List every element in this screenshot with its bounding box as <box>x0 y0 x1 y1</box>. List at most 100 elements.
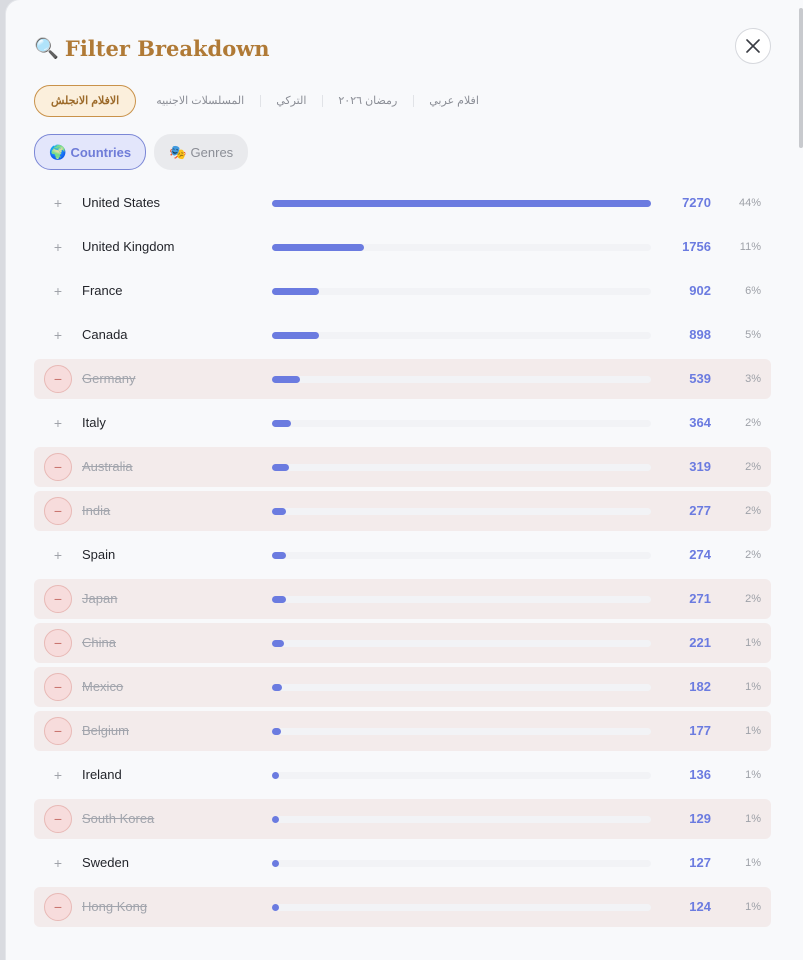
countries-toggle[interactable]: 🌍 Countries <box>34 134 147 170</box>
count-bar <box>272 816 279 823</box>
country-count: 221 <box>689 635 711 650</box>
country-name: Ireland <box>82 767 122 782</box>
count-bar <box>272 200 651 207</box>
country-count: 319 <box>689 459 711 474</box>
category-tabs: الافلام الانجلش المسلسلات الاجنبيه الترك… <box>34 85 495 117</box>
country-row[interactable]: − Australia 319 2% <box>34 447 771 487</box>
breakdown-toggles: 🌍 Countries 🎭 Genres <box>34 134 256 170</box>
add-filter-button[interactable]: + <box>44 277 72 305</box>
country-list: + United States 7270 44% + United Kingdom 1756… <box>34 183 771 931</box>
country-count: 127 <box>689 855 711 870</box>
remove-exclusion-button[interactable]: − <box>44 365 72 393</box>
remove-exclusion-button[interactable]: − <box>44 497 72 525</box>
tab-english-movies[interactable]: الافلام الانجلش <box>34 85 137 117</box>
country-row[interactable]: − China 221 1% <box>34 623 771 663</box>
country-name: Germany <box>82 371 136 386</box>
country-count: 539 <box>689 371 711 386</box>
remove-exclusion-button[interactable]: − <box>44 585 72 613</box>
tab-ramadan-2026[interactable]: رمضان ٢٠٢٦ <box>322 86 413 116</box>
country-row[interactable]: − Belgium 177 1% <box>34 711 771 751</box>
remove-exclusion-button[interactable]: − <box>44 805 72 833</box>
remove-exclusion-button[interactable]: − <box>44 717 72 745</box>
scrollbar[interactable] <box>799 8 803 148</box>
country-row[interactable]: − Japan 271 2% <box>34 579 771 619</box>
count-bar-track <box>272 376 651 383</box>
count-bar-track <box>272 684 651 691</box>
country-count: 274 <box>689 547 711 562</box>
countries-toggle-label: Countries <box>70 144 132 160</box>
add-filter-button[interactable]: + <box>44 409 72 437</box>
tab-arabic-movies[interactable]: افلام عربي <box>413 86 495 116</box>
country-count: 902 <box>689 283 711 298</box>
modal-title: Filter Breakdown <box>64 35 270 61</box>
country-row[interactable]: − Germany 539 3% <box>34 359 771 399</box>
country-name: Italy <box>82 415 106 430</box>
country-count: 1756 <box>682 239 711 254</box>
country-percent: 3% <box>745 373 761 385</box>
country-count: 898 <box>689 327 711 342</box>
country-count: 182 <box>689 679 711 694</box>
add-filter-button[interactable]: + <box>44 233 72 261</box>
country-row[interactable]: − South Korea 129 1% <box>34 799 771 839</box>
country-row[interactable]: + United States 7270 44% <box>34 183 771 223</box>
country-row[interactable]: − India 277 2% <box>34 491 771 531</box>
country-percent: 6% <box>745 285 761 297</box>
country-row[interactable]: + Sweden 127 1% <box>34 843 771 883</box>
count-bar-track <box>272 464 651 471</box>
remove-exclusion-button[interactable]: − <box>44 453 72 481</box>
add-filter-button[interactable]: + <box>44 189 72 217</box>
country-name: Spain <box>82 547 116 562</box>
country-name: Sweden <box>82 855 129 870</box>
country-row[interactable]: + France 902 6% <box>34 271 771 311</box>
country-row[interactable]: − Hong Kong 124 1% <box>34 887 771 927</box>
country-row[interactable]: − Mexico 182 1% <box>34 667 771 707</box>
country-count: 136 <box>689 767 711 782</box>
count-bar <box>272 728 282 735</box>
tab-foreign-series[interactable]: المسلسلات الاجنبيه <box>140 86 260 116</box>
country-name: India <box>82 503 111 518</box>
country-row[interactable]: + Italy 364 2% <box>34 403 771 443</box>
close-button[interactable] <box>735 28 771 64</box>
count-bar <box>272 244 364 251</box>
country-row[interactable]: + Spain 274 2% <box>34 535 771 575</box>
remove-exclusion-button[interactable]: − <box>44 893 72 921</box>
count-bar <box>272 464 289 471</box>
count-bar <box>272 860 279 867</box>
filter-breakdown-modal: 🔍 Filter Breakdown الافلام الانجلش المسل… <box>6 0 803 960</box>
add-filter-button[interactable]: + <box>44 541 72 569</box>
count-bar-track <box>272 728 651 735</box>
country-row[interactable]: + Ireland 136 1% <box>34 755 771 795</box>
add-filter-button[interactable]: + <box>44 761 72 789</box>
count-bar-track <box>272 596 651 603</box>
country-percent: 1% <box>745 725 761 737</box>
country-name: United States <box>82 195 161 210</box>
country-row[interactable]: + United Kingdom 1756 11% <box>34 227 771 267</box>
count-bar <box>272 904 279 911</box>
count-bar <box>272 640 284 647</box>
country-name: China <box>82 635 116 650</box>
genres-toggle[interactable]: 🎭 Genres <box>154 134 249 170</box>
count-bar-track <box>272 420 651 427</box>
country-percent: 1% <box>745 901 761 913</box>
country-count: 7270 <box>682 195 711 210</box>
modal-header: 🔍 Filter Breakdown <box>34 30 270 66</box>
country-count: 277 <box>689 503 711 518</box>
country-percent: 1% <box>745 637 761 649</box>
globe-icon: 🌍 <box>49 143 67 160</box>
country-row[interactable]: + Canada 898 5% <box>34 315 771 355</box>
count-bar-track <box>272 640 651 647</box>
country-name: France <box>82 283 123 298</box>
remove-exclusion-button[interactable]: − <box>44 673 72 701</box>
country-count: 271 <box>689 591 711 606</box>
count-bar <box>272 376 301 383</box>
tab-turkish[interactable]: التركي <box>260 86 322 116</box>
country-percent: 2% <box>745 461 761 473</box>
remove-exclusion-button[interactable]: − <box>44 629 72 657</box>
count-bar <box>272 596 287 603</box>
add-filter-button[interactable]: + <box>44 321 72 349</box>
count-bar <box>272 420 291 427</box>
country-name: Hong Kong <box>82 899 148 914</box>
country-percent: 2% <box>745 549 761 561</box>
add-filter-button[interactable]: + <box>44 849 72 877</box>
count-bar-track <box>272 552 651 559</box>
